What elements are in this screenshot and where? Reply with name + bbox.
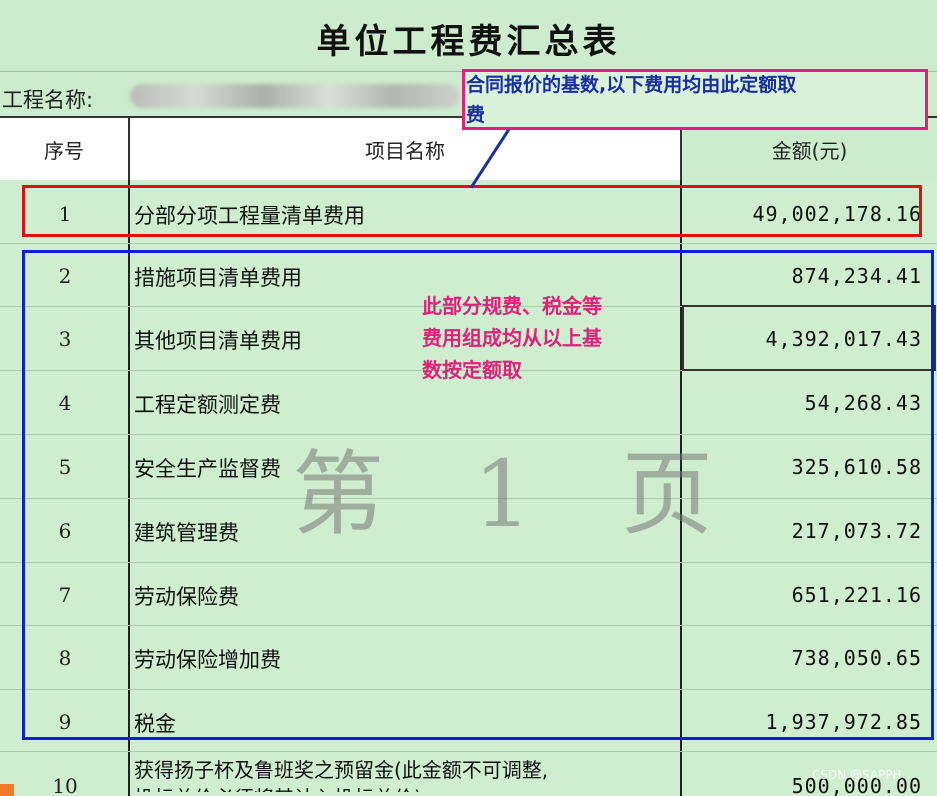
header-num[interactable]: 序号 <box>0 116 130 180</box>
table-row[interactable]: 10 获得扬子杯及鲁班奖之预留金(此金额不可调整, 投标总价必须将其计入投标总价… <box>0 752 937 796</box>
row-name-line2: 投标总价必须将其计入投标总价) <box>134 784 679 792</box>
fees-note-line3: 数按定额取 <box>422 358 522 382</box>
annotation-text-line1: 合同报价的基数,以下费用均由此定额取 <box>466 74 797 96</box>
fees-note-line2: 费用组成均从以上基 <box>422 326 602 350</box>
redacted-project-name <box>130 84 460 108</box>
sheet-title: 单位工程费汇总表 <box>316 22 621 62</box>
fees-note: 此部分规费、税金等 费用组成均从以上基 数按定额取 <box>422 290 602 386</box>
row-num: 10 <box>52 774 78 796</box>
highlight-box-base <box>22 185 922 237</box>
spreadsheet: 单位工程费汇总表 工程名称: 序号 项目名称 金额(元) 1 分部分项工程量清单… <box>0 0 937 796</box>
fees-note-line1: 此部分规费、税金等 <box>422 294 602 318</box>
corner-marker <box>0 784 14 796</box>
row-name-line1: 获得扬子杯及鲁班奖之预留金(此金额不可调整, <box>134 758 549 782</box>
row-name: 获得扬子杯及鲁班奖之预留金(此金额不可调整, 投标总价必须将其计入投标总价) <box>134 756 679 792</box>
project-name-label: 工程名称: <box>2 88 94 112</box>
annotation-text-line2: 费 <box>466 104 486 126</box>
source-credit: CSDN @SAPPH <box>812 768 902 782</box>
